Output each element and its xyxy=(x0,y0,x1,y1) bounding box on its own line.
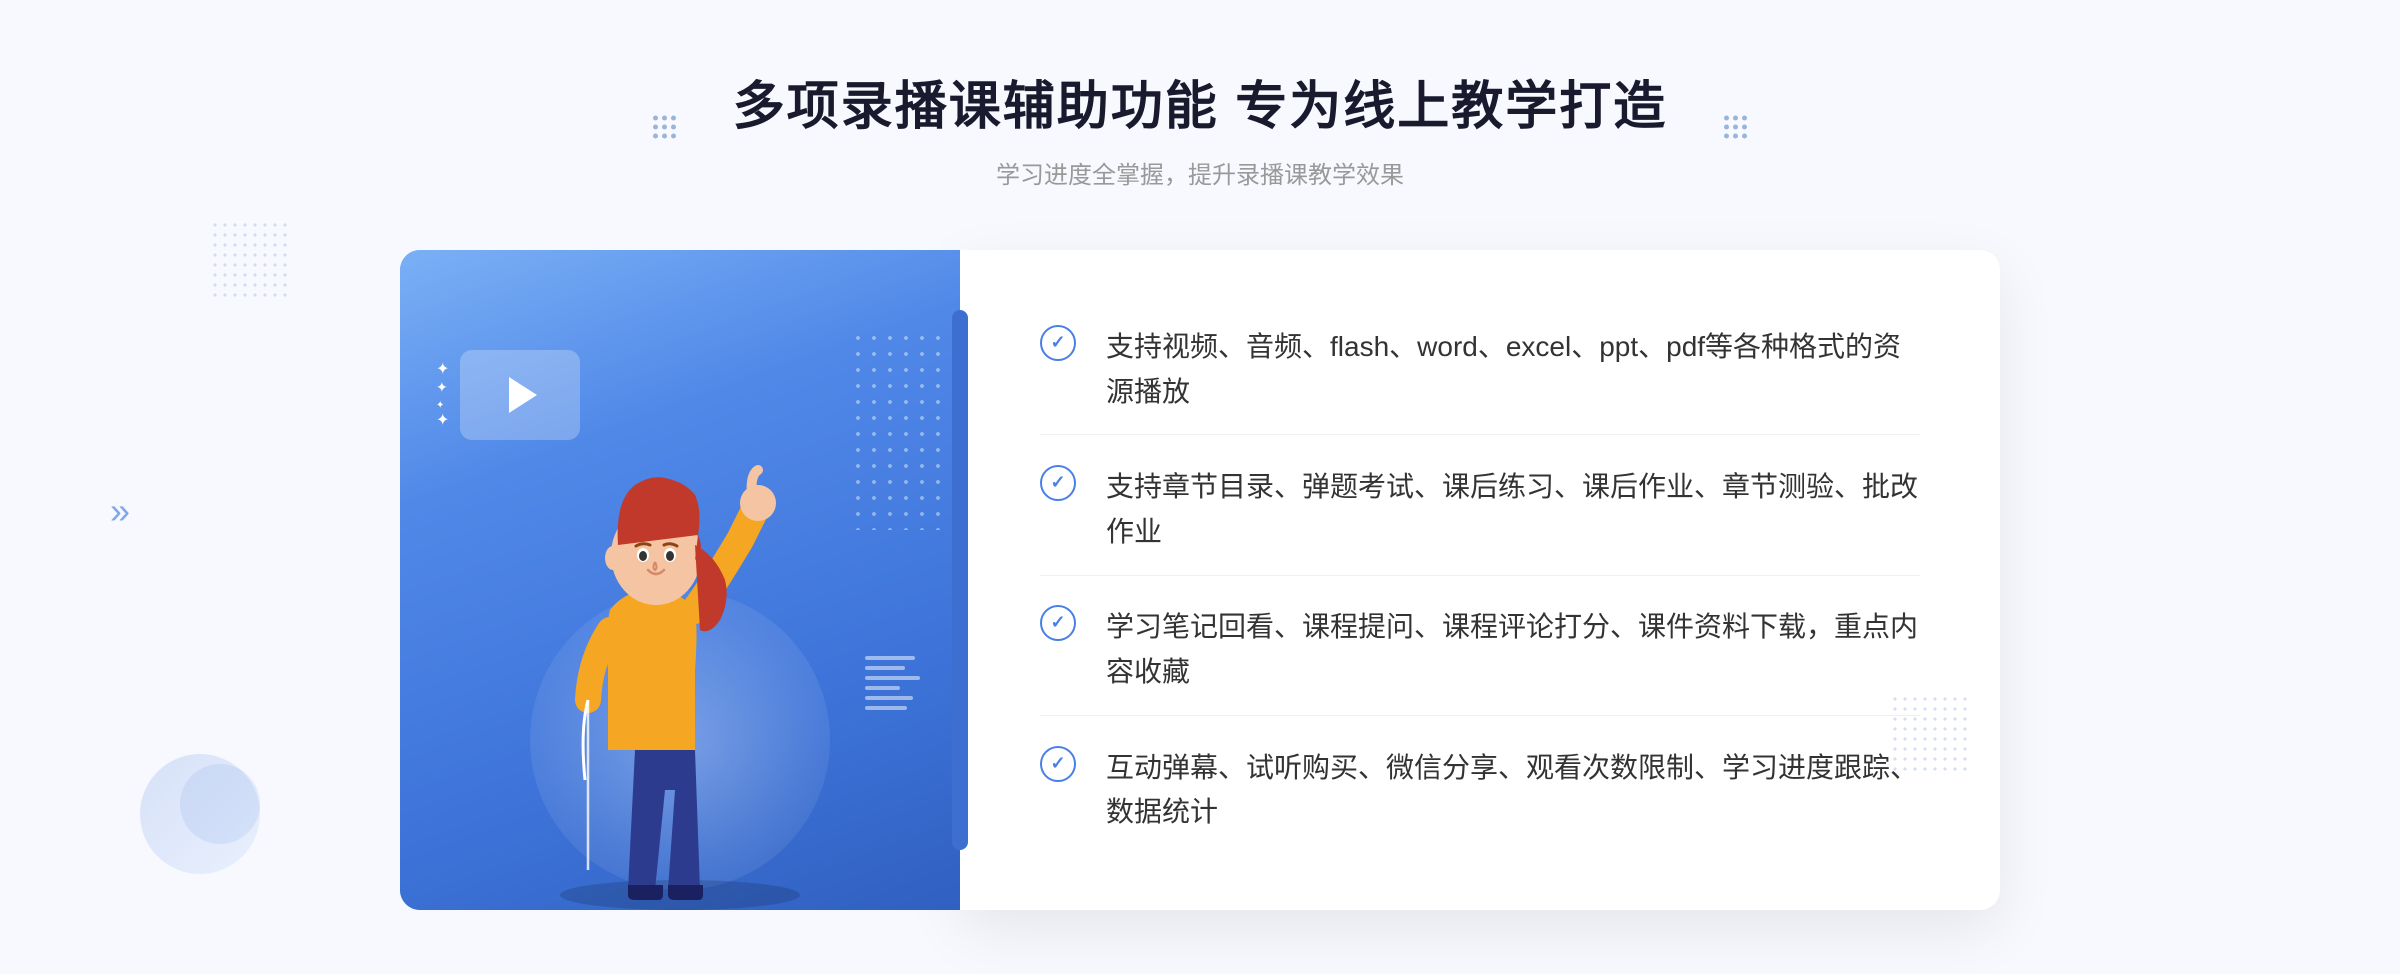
deco-circle-small xyxy=(180,764,260,844)
feature-text-3: 学习笔记回看、课程提问、课程评论打分、课件资料下载，重点内容收藏 xyxy=(1106,605,1920,695)
page-container: » 多项录播课辅助功能 专为线上教学打造 学习进度全掌握，提升录播课教学效果 xyxy=(0,0,2400,974)
check-icon-3: ✓ xyxy=(1050,613,1065,631)
subtitle: 学习进度全掌握，提升录播课教学效果 xyxy=(733,155,1667,190)
dot-grid-right xyxy=(1724,116,1747,139)
main-title: 多项录播课辅助功能 专为线上教学打造 xyxy=(733,64,1667,139)
arrow-decoration-left: » xyxy=(110,490,130,532)
feature-item-2: ✓ 支持章节目录、弹题考试、课后练习、课后作业、章节测验、批改作业 xyxy=(1040,445,1920,576)
feature-item-3: ✓ 学习笔记回看、课程提问、课程评论打分、课件资料下载，重点内容收藏 xyxy=(1040,585,1920,716)
feature-text-4: 互动弹幕、试听购买、微信分享、观看次数限制、学习进度跟踪、数据统计 xyxy=(1106,746,1920,836)
header-deco-left xyxy=(653,116,676,139)
check-circle-1: ✓ xyxy=(1040,325,1076,361)
header-section: 多项录播课辅助功能 专为线上教学打造 学习进度全掌握，提升录播课教学效果 xyxy=(733,64,1667,190)
dots-decoration-left xyxy=(210,220,290,300)
feature-text-1: 支持视频、音频、flash、word、excel、ppt、pdf等各种格式的资源… xyxy=(1106,325,1920,415)
check-circle-2: ✓ xyxy=(1040,465,1076,501)
check-circle-4: ✓ xyxy=(1040,746,1076,782)
dot-grid-left xyxy=(653,116,676,139)
blue-vertical-bar xyxy=(952,310,968,850)
sparkle-decoration: ✦ ✦ xyxy=(436,360,449,430)
left-illustration-panel: ✦ ✦ xyxy=(400,250,960,910)
dots-decoration-right xyxy=(1890,694,1970,774)
person-illustration xyxy=(480,370,880,910)
check-icon-2: ✓ xyxy=(1050,473,1065,491)
feature-text-2: 支持章节目录、弹题考试、课后练习、课后作业、章节测验、批改作业 xyxy=(1106,465,1920,555)
check-circle-3: ✓ xyxy=(1040,605,1076,641)
features-panel: ✓ 支持视频、音频、flash、word、excel、ppt、pdf等各种格式的… xyxy=(960,250,2000,910)
feature-item-1: ✓ 支持视频、音频、flash、word、excel、ppt、pdf等各种格式的… xyxy=(1040,305,1920,436)
check-icon-1: ✓ xyxy=(1050,333,1065,351)
content-section: ✦ ✦ xyxy=(400,250,2000,910)
feature-item-4: ✓ 互动弹幕、试听购买、微信分享、观看次数限制、学习进度跟踪、数据统计 xyxy=(1040,726,1920,856)
header-deco-right xyxy=(1724,116,1747,139)
check-icon-4: ✓ xyxy=(1050,754,1065,772)
